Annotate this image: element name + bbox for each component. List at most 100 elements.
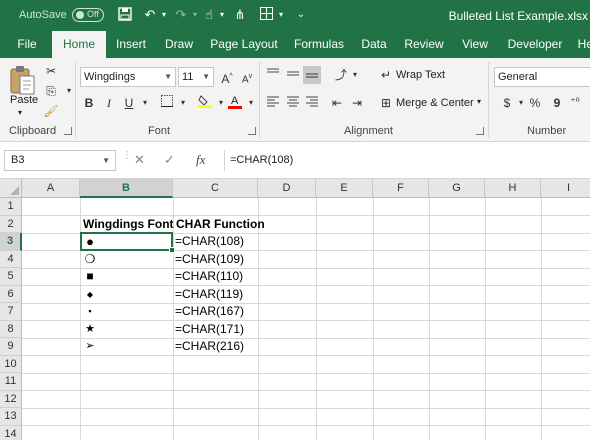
merge-dropdown-icon[interactable]: ▾ — [477, 97, 481, 106]
select-all-button[interactable] — [0, 179, 22, 198]
autosave-toggle[interactable]: Off — [72, 8, 104, 22]
wrap-text-button[interactable]: Wrap Text — [396, 69, 445, 81]
cell-c7[interactable]: =CHAR(167) — [173, 303, 258, 321]
tab-insert[interactable]: Insert — [111, 31, 151, 58]
underline-dropdown-icon[interactable]: ▾ — [136, 94, 154, 112]
row-header-14[interactable]: 14 — [0, 425, 22, 440]
formula-input[interactable]: =CHAR(108) — [224, 150, 590, 171]
column-header-a[interactable]: A — [22, 179, 80, 198]
column-header-h[interactable]: H — [485, 179, 541, 198]
cut-icon[interactable]: ✂ — [42, 62, 60, 80]
cell-c3[interactable]: =CHAR(108) — [173, 233, 258, 251]
font-name-box[interactable]: Wingdings ▼ — [80, 67, 176, 87]
align-right-icon[interactable] — [303, 94, 321, 112]
touch-dropdown-icon[interactable]: ▾ — [214, 7, 230, 23]
row-header-3[interactable]: 3 — [0, 233, 22, 251]
decrease-indent-icon[interactable]: ⇤ — [328, 94, 346, 112]
tab-help[interactable]: Help — [572, 31, 590, 58]
save-icon[interactable] — [117, 7, 133, 23]
wrap-text-icon[interactable]: ↵ — [377, 66, 395, 84]
formula-bar-grip-icon: ⋮ — [122, 150, 132, 161]
tab-formulas[interactable]: Formulas — [290, 31, 348, 58]
row-header-7[interactable]: 7 — [0, 303, 22, 321]
share-tree-icon[interactable]: ⋔ — [232, 7, 248, 23]
row-header-9[interactable]: 9 — [0, 338, 22, 356]
align-center-icon[interactable] — [284, 94, 302, 112]
cell-c9[interactable]: =CHAR(216) — [173, 338, 258, 356]
font-size-box[interactable]: 11 ▼ — [178, 67, 214, 87]
tab-home[interactable]: Home — [52, 31, 106, 58]
format-painter-icon[interactable]: 🖌 — [42, 102, 60, 120]
bold-button[interactable]: B — [80, 94, 98, 112]
column-header-c[interactable]: C — [173, 179, 258, 198]
row-header-12[interactable]: 12 — [0, 390, 22, 408]
orientation-dropdown-icon[interactable]: ▾ — [346, 66, 364, 84]
column-header-b[interactable]: B — [80, 179, 173, 198]
cell-c5[interactable]: =CHAR(110) — [173, 268, 258, 286]
row-header-2[interactable]: 2 — [0, 215, 22, 233]
customize-toolbar-icon[interactable]: ⌄ — [293, 7, 309, 23]
cell-b4[interactable]: ❍ — [82, 251, 98, 268]
paste-label[interactable]: Paste — [10, 94, 38, 106]
row-header-13[interactable]: 13 — [0, 408, 22, 426]
shrink-font-icon[interactable]: Av — [238, 68, 256, 86]
cell-c2[interactable]: CHAR Function — [174, 216, 265, 234]
tab-data[interactable]: Data — [356, 31, 392, 58]
row-header-10[interactable]: 10 — [0, 355, 22, 373]
tab-file[interactable]: File — [8, 31, 46, 58]
increase-decimal-icon[interactable]: ⁺⁰ — [566, 94, 584, 112]
tab-review[interactable]: Review — [402, 31, 446, 58]
grow-font-icon[interactable]: A^ — [218, 68, 236, 86]
bottom-align-icon[interactable] — [303, 66, 321, 84]
alignment-launcher-icon[interactable] — [476, 127, 484, 135]
column-header-g[interactable]: G — [429, 179, 485, 198]
grid-icon[interactable] — [258, 7, 274, 23]
cancel-icon[interactable]: ✕ — [134, 152, 145, 168]
row-header-11[interactable]: 11 — [0, 373, 22, 391]
cell-c4[interactable]: =CHAR(109) — [173, 251, 258, 269]
tab-developer[interactable]: Developer — [502, 31, 568, 58]
italic-button[interactable]: I — [100, 94, 118, 112]
tab-view[interactable]: View — [456, 31, 494, 58]
row-header-1[interactable]: 1 — [0, 198, 22, 216]
row-header-5[interactable]: 5 — [0, 268, 22, 286]
merge-center-icon[interactable]: ⊞ — [377, 94, 395, 112]
insert-function-icon[interactable]: fx — [196, 152, 205, 168]
grid-dropdown-icon[interactable]: ▾ — [273, 7, 289, 23]
merge-center-button[interactable]: Merge & Center — [396, 97, 474, 109]
enter-icon[interactable]: ✓ — [164, 152, 175, 168]
percent-button[interactable]: % — [526, 94, 544, 112]
paste-dropdown-icon[interactable]: ▾ — [18, 108, 22, 117]
number-format-box[interactable]: General — [494, 67, 590, 87]
cell-b5[interactable]: ■ — [82, 268, 98, 285]
row-header-4[interactable]: 4 — [0, 250, 22, 268]
column-header-f[interactable]: F — [373, 179, 429, 198]
name-box[interactable]: B3 ▼ — [4, 150, 116, 171]
middle-align-icon[interactable] — [284, 66, 302, 84]
row-header-6[interactable]: 6 — [0, 285, 22, 303]
cell-c8[interactable]: =CHAR(171) — [173, 321, 258, 339]
cell-b7[interactable]: ▪ — [82, 303, 98, 320]
column-header-i[interactable]: I — [541, 179, 590, 198]
font-launcher-icon[interactable] — [248, 127, 256, 135]
align-left-icon[interactable] — [264, 94, 282, 112]
fill-handle[interactable] — [169, 246, 175, 253]
undo-dropdown-icon[interactable]: ▾ — [156, 7, 172, 23]
cell-b6[interactable]: ◆ — [82, 286, 98, 303]
cell-c6[interactable]: =CHAR(119) — [173, 286, 258, 304]
font-color-dropdown-icon[interactable]: ▾ — [242, 94, 260, 112]
cell-b2[interactable]: Wingdings Font — [81, 216, 174, 234]
cell-b9[interactable]: ➢ — [82, 338, 98, 355]
top-align-icon[interactable] — [264, 66, 282, 84]
comma-style-button[interactable]: 9 — [548, 94, 566, 112]
cell-b8[interactable]: ★ — [82, 321, 98, 338]
column-header-e[interactable]: E — [316, 179, 373, 198]
copy-icon[interactable]: ⎘ — [42, 82, 60, 100]
increase-indent-icon[interactable]: ⇥ — [348, 94, 366, 112]
tab-draw[interactable]: Draw — [160, 31, 198, 58]
column-header-d[interactable]: D — [258, 179, 316, 198]
row-header-8[interactable]: 8 — [0, 320, 22, 338]
clipboard-launcher-icon[interactable] — [64, 127, 72, 135]
borders-dropdown-icon[interactable]: ▾ — [174, 94, 192, 112]
tab-page-layout[interactable]: Page Layout — [208, 31, 280, 58]
